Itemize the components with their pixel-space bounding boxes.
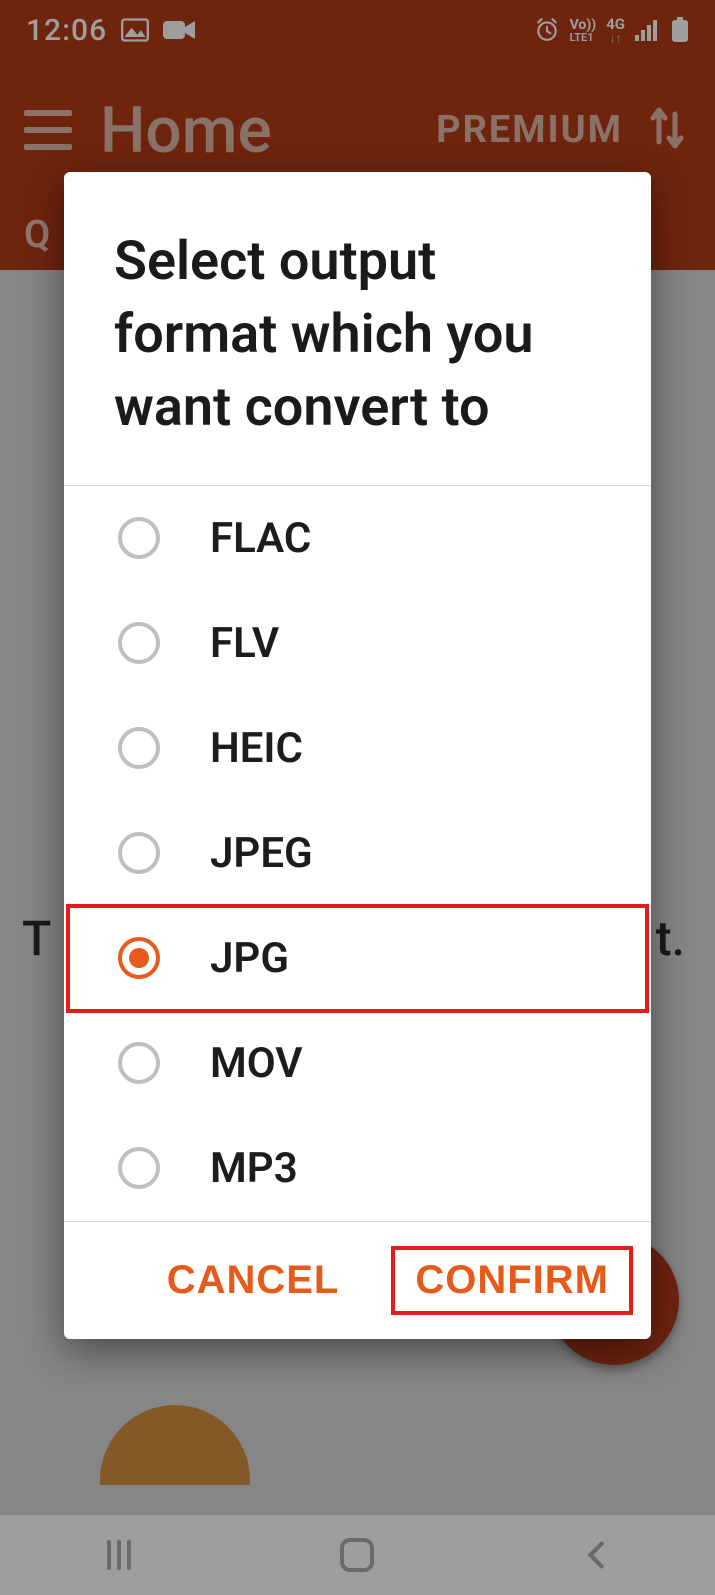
confirm-button[interactable]: CONFIRM [397,1252,627,1309]
radio-selected-icon [118,937,160,979]
option-label: MP3 [210,1144,298,1193]
cancel-button[interactable]: CANCEL [149,1252,358,1309]
radio-icon [118,517,160,559]
radio-icon [118,832,160,874]
format-dialog: Select output format which you want conv… [64,172,651,1339]
radio-icon [118,1042,160,1084]
format-option-jpg[interactable]: JPG [68,906,647,1011]
radio-icon [118,622,160,664]
radio-icon [118,1147,160,1189]
option-label: FLV [210,619,279,668]
dialog-title: Select output format which you want conv… [64,172,651,485]
option-label: HEIC [210,724,303,773]
format-option-mov[interactable]: MOV [64,1011,651,1116]
format-option-jpeg[interactable]: JPEG [64,801,651,906]
format-option-mp3[interactable]: MP3 [64,1116,651,1221]
radio-icon [118,727,160,769]
format-option-heic[interactable]: HEIC [64,696,651,801]
dialog-actions: CANCEL CONFIRM [64,1222,651,1339]
format-option-flac[interactable]: FLAC [64,486,651,591]
option-label: MOV [210,1039,303,1088]
format-option-flv[interactable]: FLV [64,591,651,696]
option-label: JPEG [210,829,313,878]
option-label: FLAC [210,514,311,563]
format-option-list[interactable]: FLAC FLV HEIC JPEG JPG MOV MP3 [64,486,651,1221]
option-label: JPG [210,934,289,983]
